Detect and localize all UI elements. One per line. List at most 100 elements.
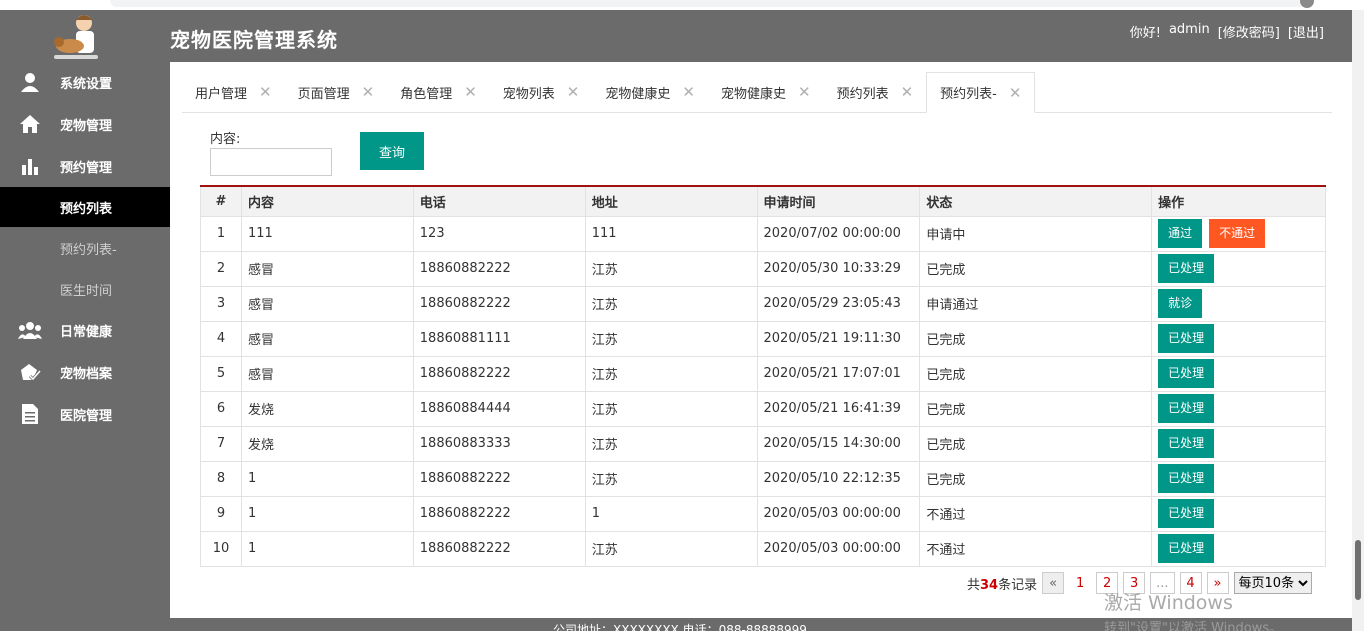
visit-button[interactable]: 就诊 [1158,289,1203,318]
cell-address: 江苏 [584,250,758,287]
cell-content: 感冒 [240,250,414,287]
tab-label: 角色管理 [400,86,453,102]
processed-button[interactable]: 已处理 [1158,464,1215,493]
total-prefix: 共 [967,577,981,593]
cell-actions: 已处理 [1151,530,1326,567]
close-icon[interactable]: ✕ [567,83,580,101]
processed-button[interactable]: 已处理 [1158,254,1215,283]
submenu-doctor-time[interactable]: 医生时间 [0,269,170,309]
table-row: 2 感冒 18860882222 江苏 2020/05/30 10:33:29 … [200,250,1326,287]
processed-button[interactable]: 已处理 [1158,534,1215,563]
menu-pet-management[interactable]: 宠物管理 [0,104,170,144]
menu-hospital-management[interactable]: 医院管理 [0,394,170,434]
cell-apply-time: 2020/05/21 19:11:30 [756,320,921,357]
close-icon[interactable]: ✕ [798,83,811,101]
cell-status: 不通过 [919,495,1153,532]
cell-actions: 已处理 [1151,460,1326,497]
table-row: 7 发烧 18860883333 江苏 2020/05/15 14:30:00 … [200,425,1326,462]
prev-page-button[interactable]: « [1042,572,1065,594]
cell-index: 6 [200,390,242,427]
total-records: 共34条记录 [967,574,1037,593]
tab-label: 宠物健康史 [605,86,671,102]
close-icon[interactable]: ✕ [901,83,914,101]
cell-index: 9 [200,495,242,532]
cell-phone: 18860882222 [412,250,586,287]
close-icon[interactable]: ✕ [259,83,272,101]
submenu-appointment-list[interactable]: 预约列表 [0,187,170,227]
menu-system-settings[interactable]: 系统设置 [0,62,170,102]
tab-page-management[interactable]: 页面管理 ✕ [285,72,388,112]
col-header-content: 内容 [240,185,414,217]
cell-actions: 已处理 [1151,250,1326,287]
browser-top-strip [0,0,1364,10]
tab-pet-health-history-2[interactable]: 宠物健康史 ✕ [708,72,824,112]
processed-button[interactable]: 已处理 [1158,429,1215,458]
reject-button[interactable]: 不通过 [1209,219,1266,248]
tab-pet-health-history[interactable]: 宠物健康史 ✕ [592,72,708,112]
cell-status: 已完成 [919,320,1153,357]
tab-label: 宠物列表 [502,86,555,102]
submenu-label: 预约列表- [60,242,117,258]
submenu-label: 预约列表 [60,201,113,217]
col-header-address: 地址 [584,185,758,217]
processed-button[interactable]: 已处理 [1158,394,1215,423]
tab-appointment-list-2[interactable]: 预约列表- ✕ [926,72,1036,113]
processed-button[interactable]: 已处理 [1158,499,1215,528]
cell-index: 3 [200,285,242,322]
tab-label: 预约列表 [836,86,889,102]
cell-content: 感冒 [240,285,414,322]
watermark-line2: 转到"设置"以激活 Windows。 [1104,621,1283,631]
processed-button[interactable]: 已处理 [1158,359,1215,388]
processed-button[interactable]: 已处理 [1158,324,1215,353]
browser-profile-icon[interactable] [1300,0,1314,8]
content-input[interactable] [210,148,332,176]
menu-label: 预约管理 [60,160,113,176]
page-1[interactable]: 1 [1069,572,1092,594]
cell-address: 江苏 [584,425,758,462]
cell-phone: 18860884444 [412,390,586,427]
sidebar: 系统设置 宠物管理 预约管理 预约列表 预约列表- 医生时间 日常健康 宠物档案 [0,10,170,631]
table-row: 5 感冒 18860882222 江苏 2020/05/21 17:07:01 … [200,355,1326,392]
change-password-link[interactable]: [修改密码] [1218,22,1280,41]
search-form: 内容: [210,128,332,176]
cell-address: 111 [584,215,758,252]
cell-content: 1 [240,460,414,497]
approve-button[interactable]: 通过 [1158,219,1203,248]
tab-role-management[interactable]: 角色管理 ✕ [387,72,490,112]
tab-pet-list[interactable]: 宠物列表 ✕ [490,72,593,112]
table-body: 1 111 123 111 2020/07/02 00:00:00 申请中 通过… [200,215,1326,567]
menu-appointment-management[interactable]: 预约管理 [0,146,170,186]
menu-daily-health[interactable]: 日常健康 [0,310,170,350]
close-icon[interactable]: ✕ [682,83,695,101]
user-icon [0,72,60,92]
logout-link[interactable]: [退出] [1288,22,1324,41]
cell-apply-time: 2020/05/21 17:07:01 [756,355,921,392]
tab-appointment-list[interactable]: 预约列表 ✕ [824,72,927,112]
table-row: 8 1 18860882222 江苏 2020/05/10 22:12:35 已… [200,460,1326,497]
cell-status: 已完成 [919,460,1153,497]
table-row: 9 1 18860882222 1 2020/05/03 00:00:00 不通… [200,495,1326,532]
close-icon[interactable]: ✕ [464,83,477,101]
cell-phone: 123 [412,215,586,252]
main-panel: 用户管理 ✕ 页面管理 ✕ 角色管理 ✕ 宠物列表 ✕ 宠物健康史 ✕ 宠物健康史 ✕ 预约… [170,62,1352,618]
cell-actions: 已处理 [1151,495,1326,532]
user-area: 你好! admin [修改密码] [退出] [1130,22,1324,41]
app-title: 宠物医院管理系统 [170,28,338,52]
cell-status: 申请中 [919,215,1153,252]
cell-content: 发烧 [240,390,414,427]
cell-phone: 18860882222 [412,285,586,322]
menu-pet-records[interactable]: 宠物档案 [0,352,170,392]
col-header-actions: 操作 [1151,185,1326,217]
home-icon [0,114,60,134]
cell-actions: 就诊 [1151,285,1326,322]
close-icon[interactable]: ✕ [1009,84,1022,102]
query-button[interactable]: 查询 [360,132,424,170]
submenu-appointment-list-2[interactable]: 预约列表- [0,228,170,268]
browser-address-bar[interactable] [110,0,1310,7]
tab-user-management[interactable]: 用户管理 ✕ [182,72,285,112]
scrollbar-thumb[interactable] [1355,540,1361,600]
close-icon[interactable]: ✕ [362,83,375,101]
username: admin [1168,22,1210,37]
table-row: 3 感冒 18860882222 江苏 2020/05/29 23:05:43 … [200,285,1326,322]
page-scrollbar[interactable] [1352,10,1364,631]
